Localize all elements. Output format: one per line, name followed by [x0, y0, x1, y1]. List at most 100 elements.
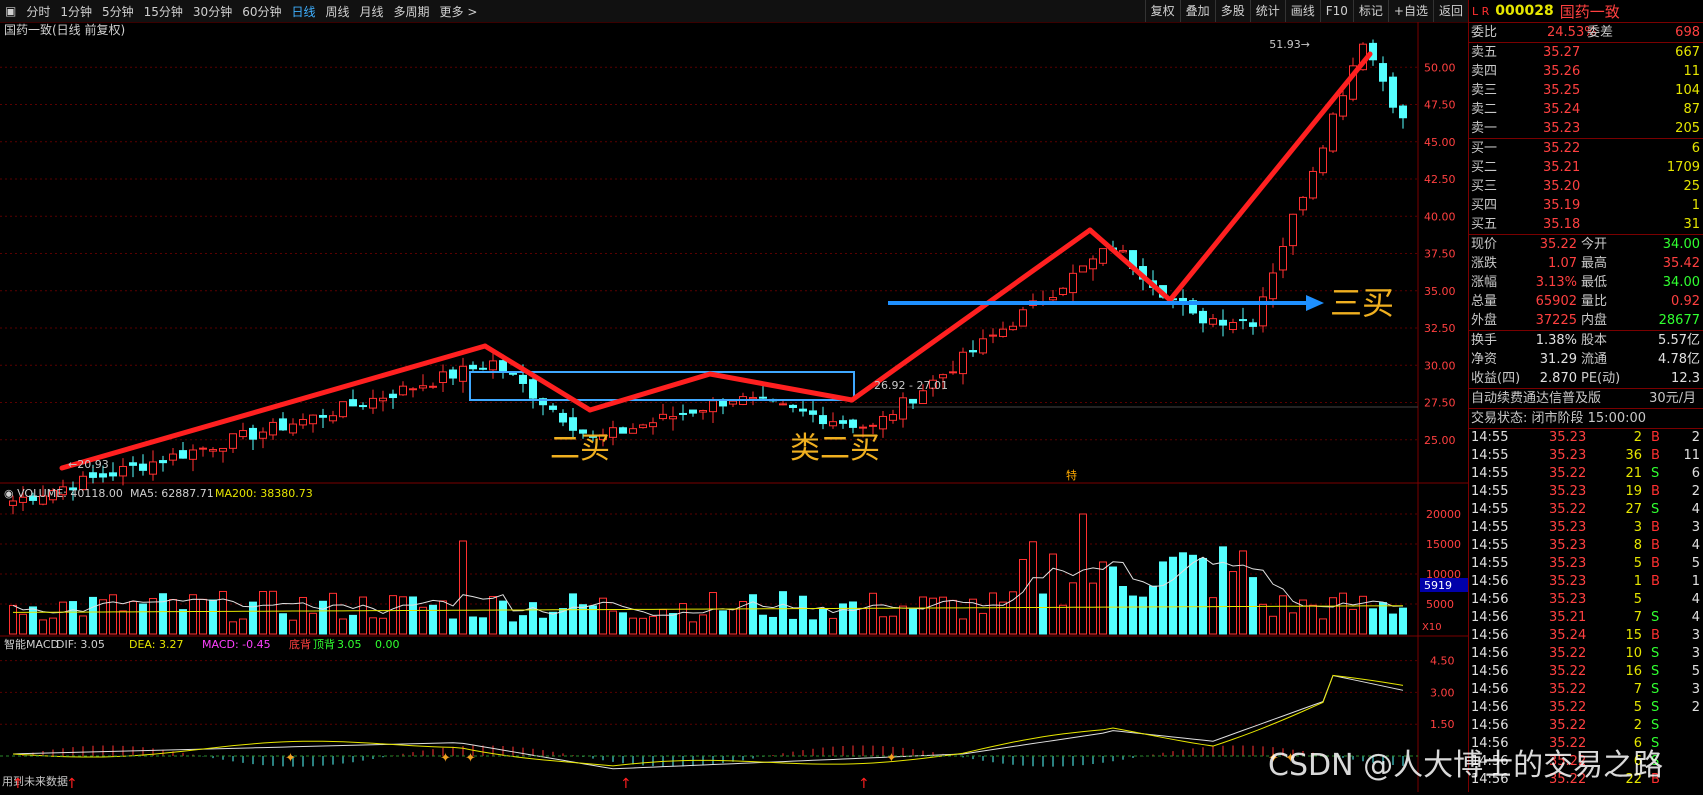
toolbar-button[interactable]: 统计: [1249, 0, 1285, 22]
period-tab[interactable]: 周线: [321, 3, 355, 20]
y-tick-label: 37.50: [1424, 248, 1456, 261]
volume-bar: [929, 597, 937, 635]
kline-chart-svg[interactable]: 50.00 47.50 45.00 42.50 40.00 37.50 35.00 32.50…: [0, 22, 1468, 792]
stat-label: 总量: [1471, 294, 1498, 309]
candle-body: [899, 397, 907, 420]
order-label: 卖一: [1471, 121, 1498, 136]
y-tick-label: 25.00: [1424, 434, 1456, 447]
macd-label: MACD: -0.45: [202, 638, 271, 651]
volume-bar: [139, 603, 147, 635]
order-volume: 1: [1691, 198, 1700, 213]
candle-body: [869, 424, 877, 427]
tick-volume: 21: [1625, 466, 1642, 481]
flag-icon: L R: [1472, 4, 1490, 18]
y-tick-label: 35.00: [1424, 285, 1456, 298]
volume-bar: [119, 610, 127, 635]
period-tab[interactable]: 5分钟: [97, 3, 139, 20]
stat-label: 今开: [1581, 237, 1608, 252]
stat-label: 净资: [1471, 352, 1498, 367]
tick-price: 35.23: [1549, 574, 1587, 589]
candle-body: [489, 360, 497, 371]
period-tab[interactable]: 分时: [21, 3, 55, 20]
volume-bar: [749, 594, 757, 635]
toolbar-button[interactable]: +自选: [1387, 0, 1433, 22]
tick-time: 14:56: [1471, 700, 1509, 715]
volume-bar: [89, 596, 97, 635]
toolbar-button[interactable]: 多股: [1214, 0, 1250, 22]
volume-bar: [539, 617, 547, 635]
promo-price[interactable]: 30元/月: [1649, 389, 1696, 408]
volume-tick-label: 15000: [1426, 538, 1461, 551]
candle-body: [969, 350, 977, 353]
period-tab[interactable]: 日线: [286, 3, 320, 20]
candle-body: [339, 401, 347, 418]
volume-bar: [1019, 558, 1027, 635]
stat-label: 外盘: [1471, 313, 1498, 328]
candle-body: [659, 413, 667, 420]
promo-text[interactable]: 自动续费通达信普及版: [1471, 389, 1601, 408]
tick-volume: 36: [1625, 448, 1642, 463]
candle-body: [1199, 310, 1207, 324]
order-price: 35.22: [1543, 141, 1581, 156]
volume-bar: [449, 618, 457, 635]
stat-label: 换手: [1471, 333, 1498, 348]
chart-area[interactable]: 50.00 47.50 45.00 42.50 40.00 37.50 35.00 32.50…: [0, 22, 1468, 792]
period-tab[interactable]: 多周期: [389, 3, 435, 20]
candle-body: [299, 419, 307, 426]
order-volume: 667: [1675, 45, 1700, 60]
toolbar-button[interactable]: 复权: [1144, 0, 1180, 22]
tick-direction: S: [1651, 610, 1660, 625]
toolbar-button[interactable]: 画线: [1284, 0, 1320, 22]
toolbar-button[interactable]: F10: [1319, 0, 1353, 22]
candle-body: [229, 433, 237, 449]
volume-bar: [619, 612, 627, 635]
dea-line: [12, 674, 1404, 767]
candle-body: [1019, 309, 1027, 327]
tick-volume: 7: [1633, 610, 1642, 625]
macd-label: 0.00: [375, 638, 400, 651]
volume-bar: [1369, 608, 1377, 635]
volume-bar: [379, 617, 387, 635]
candle-body: [529, 379, 537, 399]
trading-status: 交易状态: 闭市阶段 15:00:00: [1471, 411, 1647, 426]
stat-row: 涨跌 1.07 最高 35.42: [1469, 254, 1703, 273]
toolbar-button[interactable]: 返回: [1432, 0, 1468, 22]
tick-row: 14:56 35.22 5 S 2: [1469, 699, 1703, 717]
tick-price: 35.23: [1549, 448, 1587, 463]
promo-row[interactable]: 自动续费通达信普及版 30元/月: [1469, 389, 1703, 408]
stat-value: 31.29: [1539, 352, 1577, 367]
y-tick-label: 27.50: [1424, 397, 1456, 410]
volume-bar: [209, 599, 217, 635]
candle-body: [389, 393, 397, 399]
period-tab[interactable]: 30分钟: [188, 3, 237, 20]
trend-arrow: [1087, 227, 1173, 303]
candle-body: [479, 367, 487, 370]
candle-body: [709, 400, 717, 413]
candle-body: [239, 430, 247, 438]
volume-bar: [1039, 593, 1047, 635]
candlesticks: [9, 39, 1407, 515]
order-label: 买三: [1471, 179, 1498, 194]
period-tab[interactable]: 60分钟: [237, 3, 286, 20]
period-tab[interactable]: 15分钟: [139, 3, 188, 20]
order-label: 买二: [1471, 160, 1498, 175]
volume-bar: [779, 591, 787, 635]
toolbar-button[interactable]: 标记: [1352, 0, 1388, 22]
volume-bar: [219, 590, 227, 635]
annotation-label: 类二买: [790, 431, 880, 466]
period-tab[interactable]: 更多 >: [435, 3, 483, 20]
volume-bar: [959, 618, 967, 635]
menu-icon[interactable]: ▣: [0, 4, 21, 18]
stat-label: 内盘: [1581, 313, 1608, 328]
candle-body: [849, 419, 857, 428]
volume-bar: [909, 608, 917, 635]
candle-body: [999, 328, 1007, 337]
candle-body: [409, 388, 417, 391]
candle-body: [1339, 95, 1347, 117]
period-tab[interactable]: 1分钟: [55, 3, 97, 20]
tick-volume: 2: [1633, 430, 1642, 445]
period-tab[interactable]: 月线: [355, 3, 389, 20]
tick-price: 35.24: [1549, 628, 1587, 643]
order-row: 买二 35.21 1709: [1469, 158, 1703, 177]
toolbar-button[interactable]: 叠加: [1179, 0, 1215, 22]
